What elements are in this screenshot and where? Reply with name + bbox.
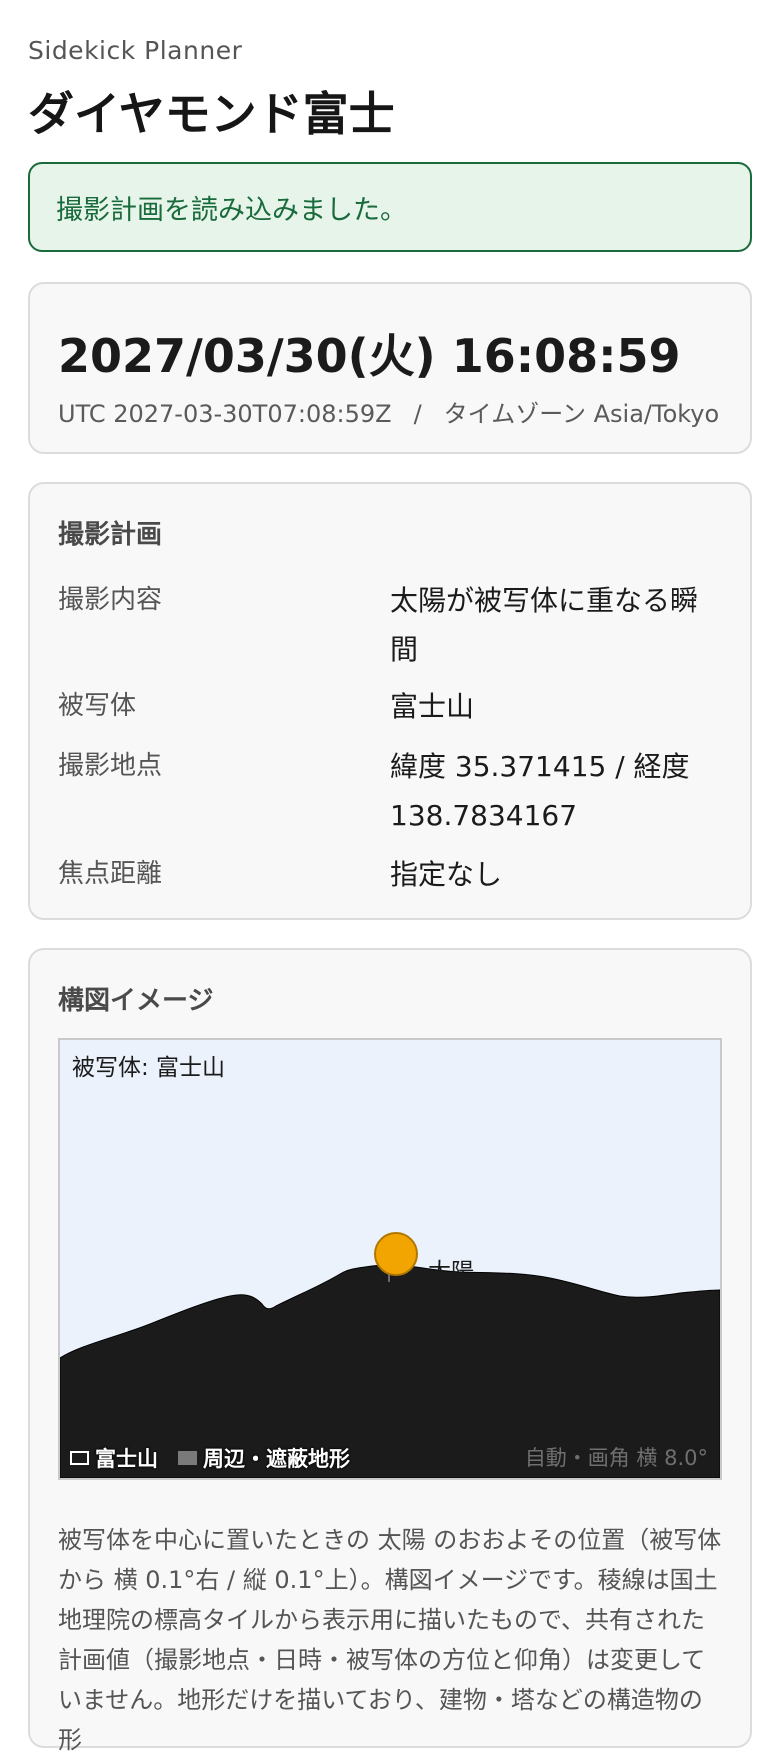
fov-label: 自動・画角 横 8.0°: [524, 1446, 708, 1470]
legend-subject-swatch: [70, 1451, 89, 1465]
plan-title: 撮影計画: [58, 520, 163, 550]
legend-subject-label: 富士山: [95, 1447, 158, 1471]
utc-time: UTC 2027-03-30T07:08:59Z: [58, 400, 392, 428]
status-notice: 撮影計画を読み込みました。: [28, 162, 752, 252]
composition-card: 構図イメージ 被写体: 富士山 太陽 富士山 周辺・遮蔽地形 自動・画角 横 8…: [28, 948, 752, 1754]
app-name: Sidekick Planner: [28, 36, 243, 65]
time-card: 2027/03/30(火) 16:08:59 UTC 2027-03-30T07…: [28, 282, 752, 454]
plan-value: 緯度 35.371415 / 経度 138.7834167: [390, 750, 690, 832]
legend: 富士山 周辺・遮蔽地形: [70, 1443, 350, 1473]
timezone: タイムゾーン Asia/Tokyo: [443, 400, 720, 428]
time-separator: /: [413, 400, 422, 428]
composition-canvas: [60, 1040, 720, 1478]
plan-value: 富士山: [390, 690, 475, 723]
sun-label: 太陽: [428, 1259, 474, 1285]
plan-label: 被写体: [58, 691, 137, 721]
local-datetime: 2027/03/30(火) 16:08:59: [58, 329, 681, 383]
plan-value: 太陽が被写体に重なる瞬間: [390, 584, 699, 666]
time-subline: UTC 2027-03-30T07:08:59Z / タイムゾーン Asia/Tok…: [58, 394, 719, 429]
sun-marker: [374, 1232, 418, 1276]
plan-label: 焦点距離: [58, 859, 163, 889]
composition-title: 構図イメージ: [58, 986, 214, 1016]
plan-label: 撮影地点: [58, 751, 163, 781]
subject-label: 被写体: 富士山: [72, 1055, 226, 1081]
composition-caption: 被写体を中心に置いたときの 太陽 のおおよその位置（被写体から 横 0.1°右 …: [58, 1526, 722, 1754]
legend-terrain-swatch: [178, 1451, 197, 1465]
legend-terrain-label: 周辺・遮蔽地形: [203, 1447, 350, 1471]
plan-value: 指定なし: [390, 858, 503, 891]
page-title: ダイヤモンド富士: [28, 87, 395, 141]
plan-card: 撮影計画 撮影内容 太陽が被写体に重なる瞬間 被写体 富士山 撮影地点 緯度 3…: [28, 482, 752, 920]
composition-preview: 被写体: 富士山 太陽 富士山 周辺・遮蔽地形 自動・画角 横 8.0°: [58, 1038, 722, 1480]
plan-label: 撮影内容: [58, 585, 163, 615]
